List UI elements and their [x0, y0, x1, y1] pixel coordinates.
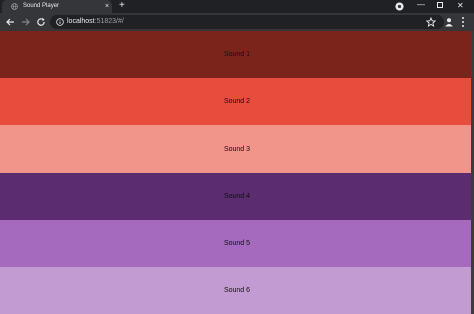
close-window-button[interactable]: ✕	[457, 1, 464, 10]
minimize-button[interactable]: —	[417, 1, 425, 9]
tab-title: Sound Player	[23, 3, 60, 9]
sound-2-label: Sound 2	[223, 98, 251, 105]
reload-icon[interactable]	[36, 17, 46, 27]
sound-1-label: Sound 1	[223, 51, 251, 58]
tab-close-icon[interactable]: ×	[105, 2, 109, 11]
bookmark-star-icon[interactable]	[426, 17, 436, 27]
address-bar[interactable]: localhost:51823/#/	[50, 15, 444, 29]
sound-4-label: Sound 4	[223, 193, 251, 200]
sound-5-label: Sound 5	[223, 240, 251, 247]
forward-arrow-icon[interactable]	[21, 17, 31, 27]
url-text: localhost:51823/#/	[67, 17, 124, 27]
more-menu-icon[interactable]	[461, 16, 465, 28]
sound-6-button[interactable]: Sound 6	[0, 267, 474, 314]
maximize-button[interactable]	[437, 2, 443, 8]
tab-strip: Sound Player × + — ✕	[0, 0, 474, 13]
tab-sound-player[interactable]: Sound Player ×	[2, 0, 112, 13]
sound-player-page: Sound 1 Sound 2 Sound 3 Sound 4 Sound 5 …	[0, 31, 474, 314]
sound-4-button[interactable]: Sound 4	[0, 173, 474, 220]
back-arrow-icon[interactable]	[5, 17, 15, 27]
new-tab-button[interactable]: +	[119, 1, 125, 11]
sound-1-button[interactable]: Sound 1	[0, 31, 474, 78]
profile-icon[interactable]	[444, 17, 454, 27]
sound-3-button[interactable]: Sound 3	[0, 125, 474, 173]
sound-2-button[interactable]: Sound 2	[0, 78, 474, 125]
sound-6-label: Sound 6	[223, 287, 251, 294]
browser-toolbar: localhost:51823/#/	[0, 13, 474, 31]
url-host: localhost	[67, 18, 95, 25]
info-icon[interactable]	[56, 18, 64, 26]
extension-icon[interactable]	[395, 2, 404, 11]
url-path: :51823/#/	[94, 18, 124, 25]
globe-icon	[11, 3, 18, 10]
sound-3-label: Sound 3	[223, 145, 251, 153]
sound-5-button[interactable]: Sound 5	[0, 220, 474, 267]
